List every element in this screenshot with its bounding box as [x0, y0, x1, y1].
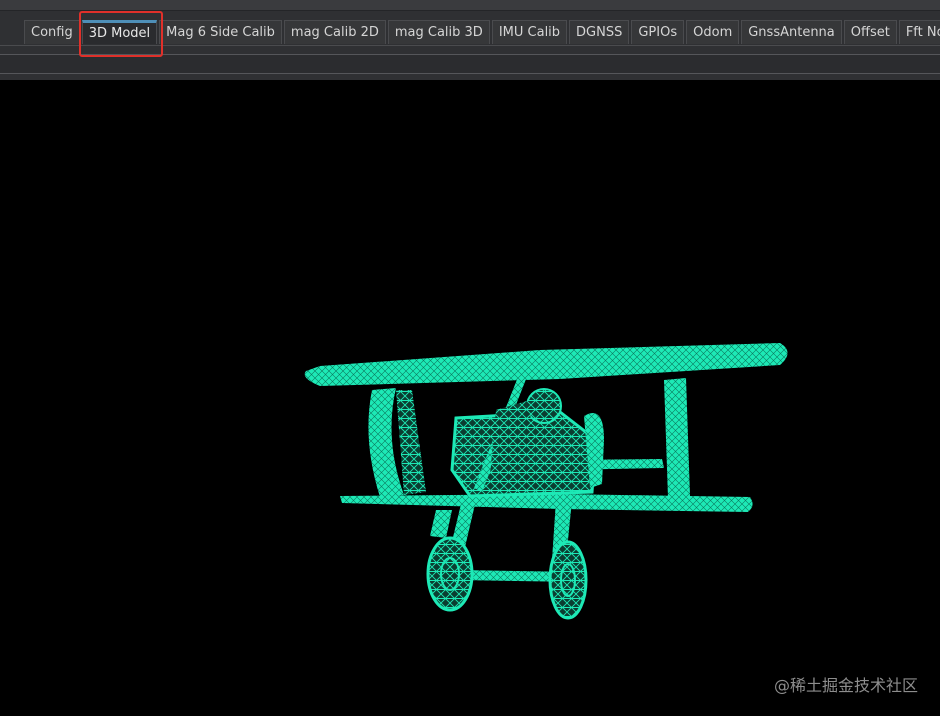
- pilot-head: [526, 388, 562, 424]
- window-strip: [0, 0, 940, 11]
- tab-gpios[interactable]: GPIOs: [631, 20, 685, 44]
- watermark-text: @稀土掘金技术社区: [773, 676, 918, 695]
- app-window: Config 3D Model Mag 6 Side Calib mag Cal…: [0, 0, 940, 716]
- tab-offset[interactable]: Offset: [843, 20, 897, 44]
- propeller-hub: [490, 400, 532, 476]
- 3d-model-viewport[interactable]: @稀土掘金技术社区: [0, 80, 940, 716]
- right-strut: [664, 378, 690, 498]
- annotation-highlight-box: [79, 11, 163, 57]
- left-wheel: [426, 536, 474, 612]
- right-wheel: [548, 540, 588, 620]
- tab-config[interactable]: Config: [24, 20, 80, 44]
- tab-dgnss[interactable]: DGNSS: [569, 20, 630, 44]
- tab-mag-calib-3d[interactable]: mag Calib 3D: [387, 20, 490, 44]
- sub-toolbar: [0, 54, 940, 74]
- tab-odom[interactable]: Odom: [686, 20, 740, 44]
- top-toolbar: Config 3D Model Mag 6 Side Calib mag Cal…: [0, 0, 940, 80]
- tab-fft-no[interactable]: Fft No: [898, 20, 940, 44]
- tab-imu-calib[interactable]: IMU Calib: [491, 20, 568, 44]
- lower-wing: [340, 494, 753, 512]
- left-wing-tip-brace: [430, 510, 452, 538]
- biplane-wireframe-model: [304, 343, 788, 620]
- tab-mag-calib-2d[interactable]: mag Calib 2D: [283, 20, 386, 44]
- tab-gnss-antenna[interactable]: GnssAntenna: [741, 20, 842, 44]
- tab-mag-6-side-calib[interactable]: Mag 6 Side Calib: [159, 20, 282, 44]
- upper-wing: [304, 343, 788, 386]
- left-strut-mesh: [396, 390, 426, 495]
